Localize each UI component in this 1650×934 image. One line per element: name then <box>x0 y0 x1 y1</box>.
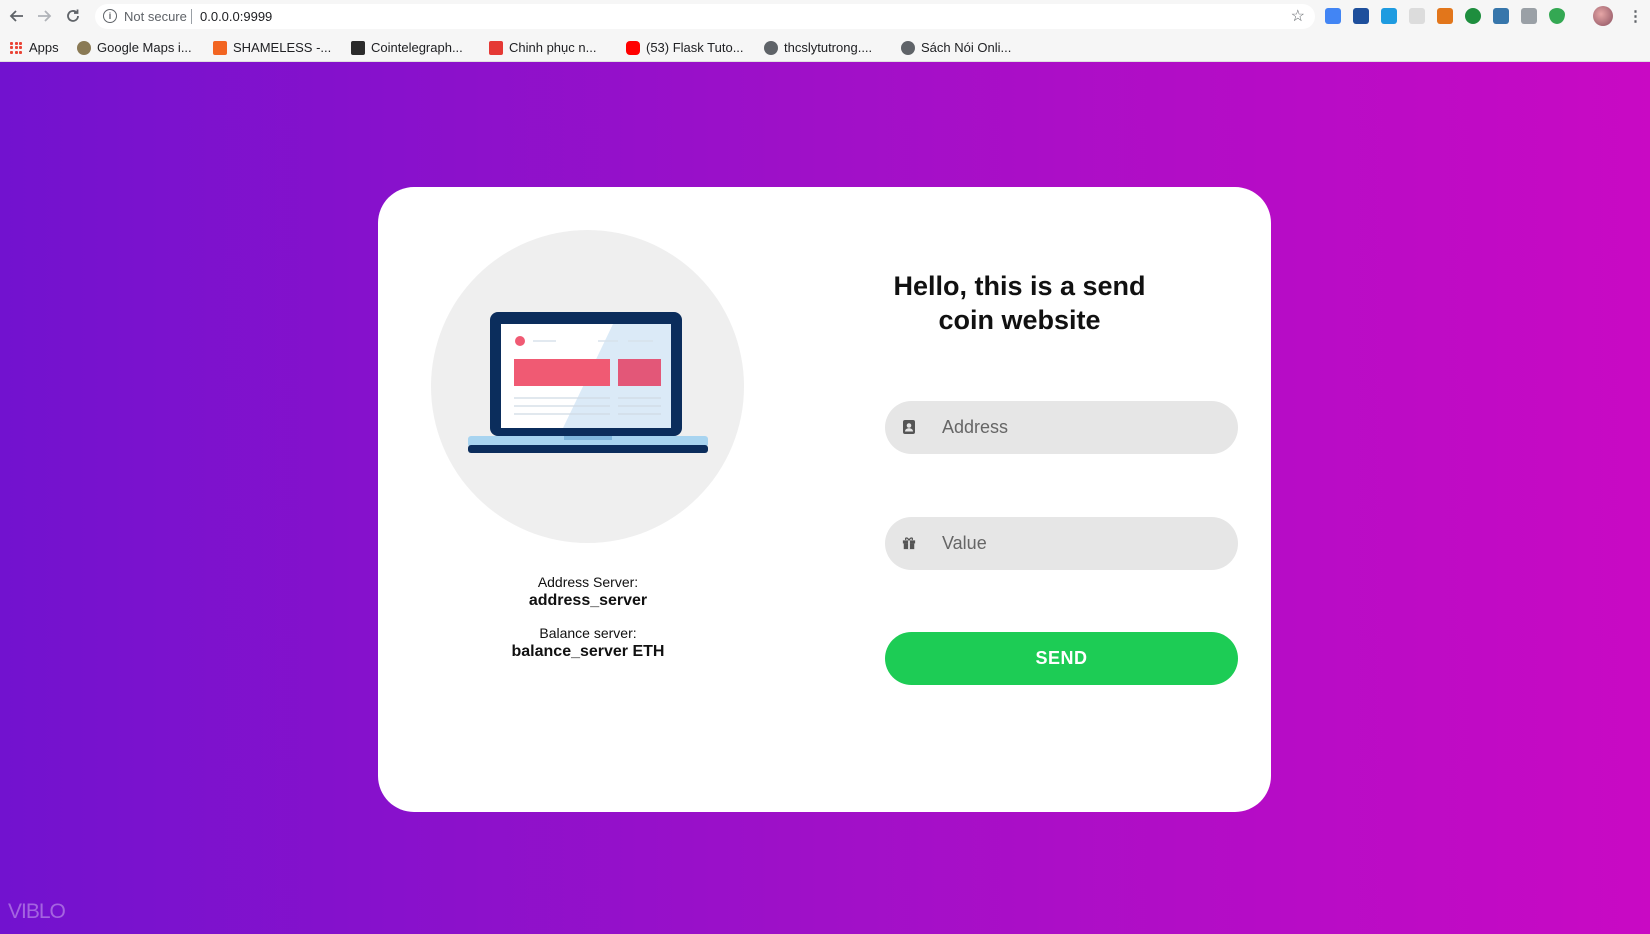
apps-icon <box>10 41 22 54</box>
cointelegraph-favicon-icon <box>351 40 365 55</box>
bookmark-cointelegraph[interactable]: Cointelegraph... <box>351 33 463 62</box>
google-maps-favicon-icon <box>77 40 91 55</box>
bookmark-label: Apps <box>29 40 59 55</box>
bookmark-label: Google Maps i... <box>97 40 192 55</box>
bookmark-google-maps[interactable]: Google Maps i... <box>77 33 192 62</box>
divider <box>191 9 192 24</box>
python-icon[interactable] <box>1493 8 1509 24</box>
menu-icon[interactable]: ⋮ <box>1628 7 1643 25</box>
address-input[interactable] <box>942 401 1222 454</box>
balance-server-info: Balance server: balance_server ETH <box>458 625 718 661</box>
bookmark-apps[interactable]: Apps <box>10 33 59 62</box>
bookmark-label: Sách Nói Onli... <box>921 40 1012 55</box>
bookmark-sach-noi[interactable]: Sách Nói Onli... <box>901 33 1011 62</box>
value-field[interactable] <box>885 517 1238 570</box>
bookmarks-bar: Apps Google Maps i... SHAMELESS -... Coi… <box>0 33 1650 62</box>
bookmark-label: Chinh phục n... <box>509 40 597 55</box>
page-title: Hello, this is a send coin website <box>893 271 1146 335</box>
bookmark-label: Cointelegraph... <box>371 40 463 55</box>
globe-icon <box>764 40 778 55</box>
address-bar[interactable]: i Not secure 0.0.0.0:9999 ☆ <box>95 4 1315 29</box>
profile-avatar[interactable] <box>1593 6 1613 26</box>
send-coin-card: Address Server: address_server Balance s… <box>378 187 1271 812</box>
translate-extension-icon[interactable] <box>1325 8 1341 24</box>
balance-server-value: balance_server ETH <box>511 643 665 660</box>
gift-icon <box>902 537 916 550</box>
address-book-icon <box>903 420 915 434</box>
address-field[interactable] <box>885 401 1238 454</box>
viblo-watermark: VIBLO <box>8 900 66 923</box>
bookmark-thcslytutrong[interactable]: thcslytutrong.... <box>764 33 872 62</box>
bookmark-label: (53) Flask Tuto... <box>646 40 744 55</box>
balance-server-label: Balance server: <box>539 625 637 641</box>
globe-icon <box>901 40 915 55</box>
back-icon[interactable] <box>7 6 27 26</box>
send-button[interactable]: SEND <box>885 632 1238 685</box>
browser-toolbar: i Not secure 0.0.0.0:9999 ☆ ⋮ <box>0 0 1650 33</box>
bookmark-flask-tutorial[interactable]: (53) Flask Tuto... <box>626 33 744 62</box>
bookmark-shameless[interactable]: SHAMELESS -... <box>213 33 331 62</box>
bookmark-label: SHAMELESS -... <box>233 40 332 55</box>
pdf-favicon-icon <box>489 40 503 55</box>
extension-green-icon[interactable] <box>1465 8 1481 24</box>
address-server-label: Address Server: <box>537 574 639 590</box>
forward-icon[interactable] <box>34 6 54 26</box>
url-text[interactable]: 0.0.0.0:9999 <box>200 9 272 24</box>
security-label: Not secure <box>124 9 187 24</box>
shameless-favicon-icon <box>213 40 227 55</box>
extension-v-icon[interactable] <box>1521 8 1537 24</box>
value-input[interactable] <box>942 517 1222 570</box>
page-background: Address Server: address_server Balance s… <box>0 62 1650 934</box>
laptop-illustration-icon <box>468 312 708 453</box>
youtube-favicon-icon <box>626 40 640 55</box>
extension-grid-icon[interactable] <box>1409 8 1425 24</box>
shield-icon[interactable] <box>1549 8 1565 24</box>
extension-drop-icon[interactable] <box>1381 8 1397 24</box>
extension-j-icon[interactable] <box>1353 8 1369 24</box>
bookmark-label: thcslytutrong.... <box>784 40 873 55</box>
bookmark-chinh-phuc[interactable]: Chinh phục n... <box>489 33 596 62</box>
bookmark-star-icon[interactable]: ☆ <box>1291 6 1305 26</box>
info-icon[interactable]: i <box>103 9 117 23</box>
address-server-info: Address Server: address_server <box>458 574 718 610</box>
metamask-icon[interactable] <box>1437 8 1453 24</box>
reload-icon[interactable] <box>63 6 83 26</box>
address-server-value: address_server <box>528 592 648 609</box>
